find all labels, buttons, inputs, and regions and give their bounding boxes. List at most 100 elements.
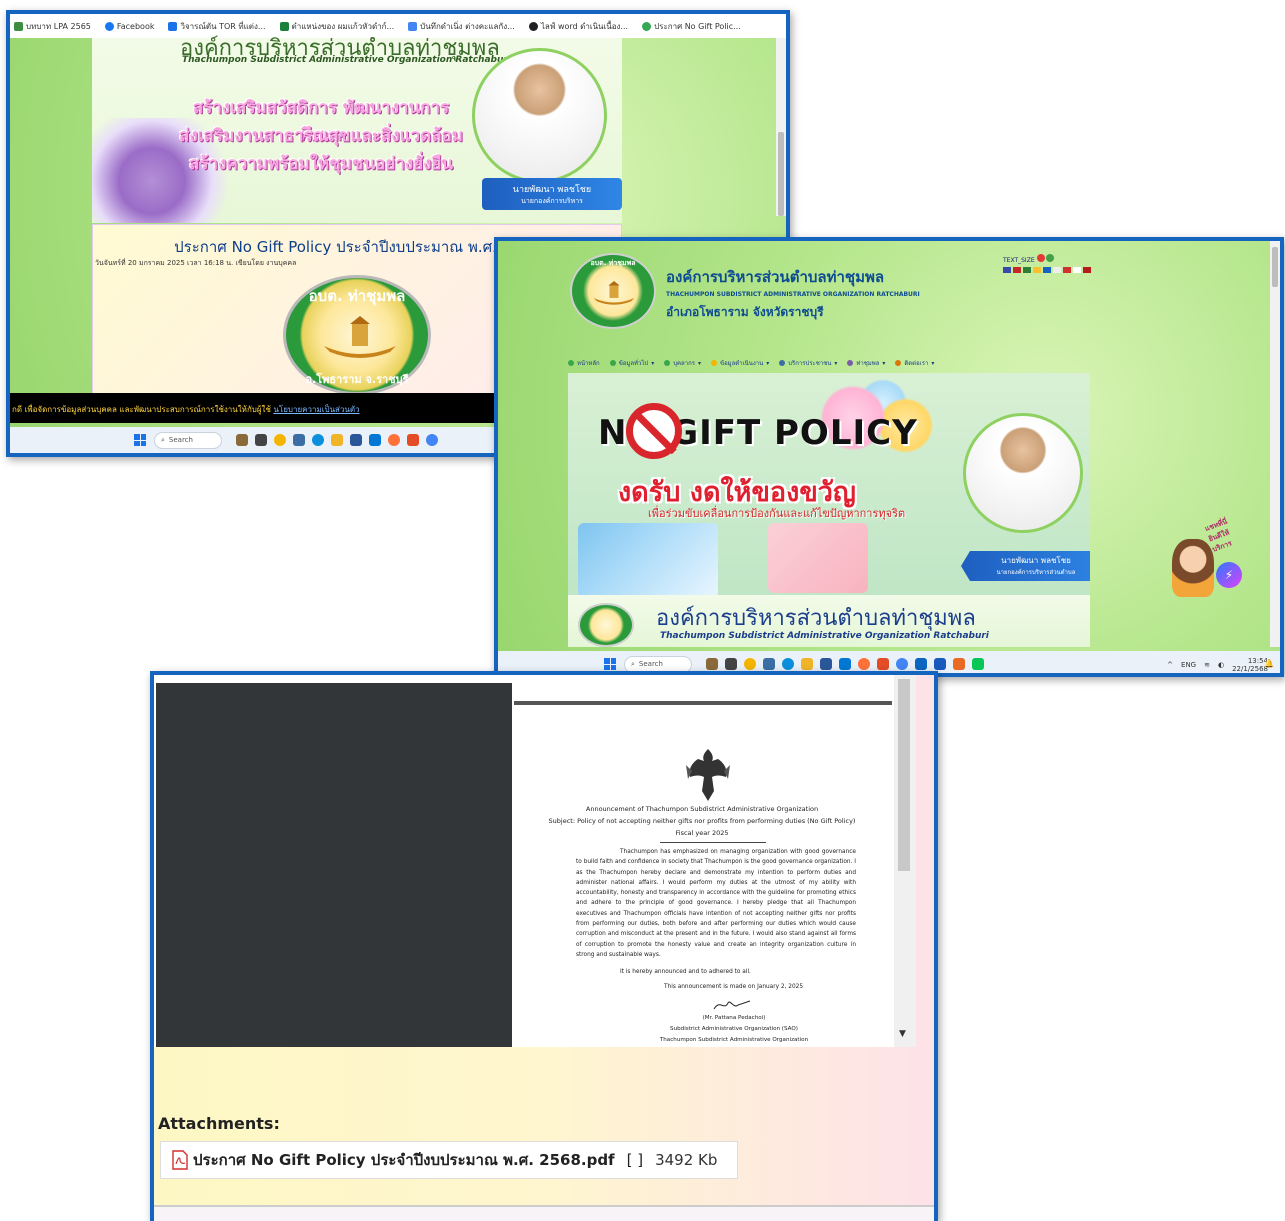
nav-label: ข้อมูลดำเนินงาน [719, 360, 764, 367]
privacy-policy-link[interactable]: นโยบายความเป็นส่วนตัว [273, 405, 359, 414]
bookmark-item[interactable]: Facebook [104, 21, 154, 31]
nav-label: บุคลากร [673, 360, 695, 367]
tray-clock[interactable]: 13:54 22/1/2568 [1232, 657, 1268, 673]
document-body: Thachumpon has emphasized on managing or… [576, 849, 856, 958]
firefox-icon[interactable] [388, 434, 400, 446]
bookmark-icon [642, 21, 652, 31]
brave-icon[interactable] [877, 658, 889, 670]
text-size-widget[interactable]: TEXT_SIZE [1003, 254, 1093, 275]
taskbar-search[interactable]: ⌕ Search [154, 431, 222, 449]
flag-icon[interactable] [1033, 267, 1041, 273]
store-icon[interactable] [820, 658, 832, 670]
doc-adhered-line: It is hereby announced and to adhered to… [620, 969, 751, 975]
page-scrollbar[interactable] [776, 38, 786, 216]
windows-start-icon[interactable] [604, 658, 616, 670]
content-footer-divider [154, 1205, 934, 1221]
cookie-notice-text: กดี เพื่อจัดการข้อมูลส่วนบุคคล และพัฒนาป… [12, 405, 271, 414]
edge-icon[interactable] [782, 658, 794, 670]
viewer-scroll-thumb[interactable] [898, 679, 910, 871]
attachment-item[interactable]: ประกาศ No Gift Policy ประจำปีงบประมาณ พ.… [160, 1141, 738, 1179]
viewer-scrollbar[interactable]: ▼ [894, 675, 916, 1047]
scroll-thumb[interactable] [1272, 247, 1278, 287]
widget-icon[interactable] [236, 434, 248, 446]
boat-emblem-icon [324, 316, 396, 358]
doc-heading-line: Subject: Policy of not accepting neither… [548, 817, 856, 825]
nav-item-personnel[interactable]: บุคลากร ▾ [664, 358, 701, 368]
brave-icon[interactable] [407, 434, 419, 446]
system-tray: ^ ENG ≋ ◐ 13:54 22/1/2568 [1167, 657, 1268, 673]
flag-icon[interactable] [1043, 267, 1051, 273]
nav-item-operations[interactable]: ข้อมูลดำเนินงาน ▾ [710, 358, 769, 368]
word-icon[interactable] [934, 658, 946, 670]
edge-icon[interactable] [312, 434, 324, 446]
tray-language[interactable]: ENG [1181, 661, 1196, 669]
nav-item-general[interactable]: ข้อมูลทั่วไป ▾ [609, 358, 654, 368]
org-strip-name-thai: องค์การบริหารส่วนตำบลท่าชุมพล [656, 606, 976, 631]
chat-widget[interactable]: แชทที่นี่ ยินดีให้บริการ ⚡ [1166, 517, 1246, 597]
mayor-name: นายพัฒนา พลชโชย [512, 185, 592, 195]
attachments-heading: Attachments: [158, 1114, 280, 1133]
copilot-icon[interactable] [744, 658, 756, 670]
logo-text: อบต. ท่าชุมพล [590, 259, 636, 267]
doc-heading-line: Announcement of Thachumpon Subdistrict A… [585, 805, 819, 813]
flag-icon[interactable] [1063, 267, 1071, 273]
bookmark-item[interactable]: ไลฟ์ word ดำเนินเนื้อง... [528, 20, 629, 33]
gift-box-decoration [578, 523, 718, 595]
attachment-link[interactable]: ประกาศ No Gift Policy ประจำปีงบประมาณ พ.… [193, 1148, 615, 1172]
text-size-label: TEXT_SIZE [1003, 257, 1035, 264]
flag-icon[interactable] [1073, 267, 1081, 273]
outlook-icon[interactable] [839, 658, 851, 670]
copilot-icon[interactable] [274, 434, 286, 446]
nav-item-services[interactable]: บริการประชาชน ▾ [779, 358, 837, 368]
flag-icon[interactable] [1083, 267, 1091, 273]
messenger-icon[interactable]: ⚡ [1216, 562, 1242, 588]
bookmark-label: ไลฟ์ word ดำเนินเนื้อง... [540, 21, 629, 31]
zoom-icon[interactable] [915, 658, 927, 670]
signer-name: (Mr. Pattana Pedachoi) [702, 1015, 766, 1021]
volume-icon[interactable]: ◐ [1218, 661, 1224, 669]
teams-icon[interactable] [293, 434, 305, 446]
nav-item-thachumpon[interactable]: ท่าชุมพล ▾ [847, 358, 885, 368]
banner-subtitle: Thachumpon Subdistrict Administrative Or… [182, 55, 511, 65]
nav-item-home[interactable]: หน้าหลัก [568, 358, 600, 368]
file-explorer-icon[interactable] [801, 658, 813, 670]
chrome-icon[interactable] [896, 658, 908, 670]
notification-bell-icon[interactable]: 🔔 [1264, 659, 1274, 668]
firefox-icon[interactable] [858, 658, 870, 670]
tray-chevron-icon[interactable]: ^ [1167, 661, 1173, 669]
flag-icon[interactable] [1003, 267, 1011, 273]
slogan-line: ส่งเสริมงานสาธารณสุขและสิ่งแวดล้อม [179, 126, 463, 146]
flag-icon[interactable] [1023, 267, 1031, 273]
scroll-down-arrow-icon[interactable]: ▼ [899, 1029, 906, 1039]
warning-icon [710, 360, 717, 366]
app-icon[interactable] [953, 658, 965, 670]
org-strip-name-english: Thachumpon Subdistrict Administrative Or… [660, 631, 989, 641]
flag-icon[interactable] [1013, 267, 1021, 273]
task-view-icon[interactable] [725, 658, 737, 670]
file-explorer-icon[interactable] [331, 434, 343, 446]
taskbar-search[interactable]: ⌕ Search [624, 655, 692, 673]
flag-icon[interactable] [1053, 267, 1061, 273]
outlook-icon[interactable] [369, 434, 381, 446]
scroll-thumb[interactable] [778, 132, 784, 216]
widget-icon[interactable] [706, 658, 718, 670]
heading-divider [660, 842, 766, 843]
normal-contrast-icon[interactable] [1046, 254, 1055, 262]
signature-icon [713, 1000, 751, 1010]
task-view-icon[interactable] [255, 434, 267, 446]
store-icon[interactable] [350, 434, 362, 446]
pdf-viewer: Announcement of Thachumpon Subdistrict A… [154, 675, 916, 1047]
nav-label: บริการประชาชน [788, 360, 832, 367]
bookmark-item[interactable]: บทบาท LPA 2565 [14, 20, 91, 33]
windows-start-icon[interactable] [134, 434, 146, 446]
wifi-icon[interactable]: ≋ [1204, 661, 1210, 669]
line-icon[interactable] [972, 658, 984, 670]
logo-text-bottom: อ.โพธาราม จ.ราชบุรี [305, 373, 409, 386]
teams-icon[interactable] [763, 658, 775, 670]
bookmark-item[interactable]: ประกาศ No Gift Polic... [642, 20, 741, 33]
page-scrollbar[interactable] [1270, 241, 1280, 647]
pdf-file-icon [172, 1150, 188, 1170]
chrome-icon[interactable] [426, 434, 438, 446]
high-contrast-icon[interactable] [1036, 254, 1045, 262]
nav-item-contact[interactable]: ติดต่อเรา ▾ [895, 358, 934, 368]
